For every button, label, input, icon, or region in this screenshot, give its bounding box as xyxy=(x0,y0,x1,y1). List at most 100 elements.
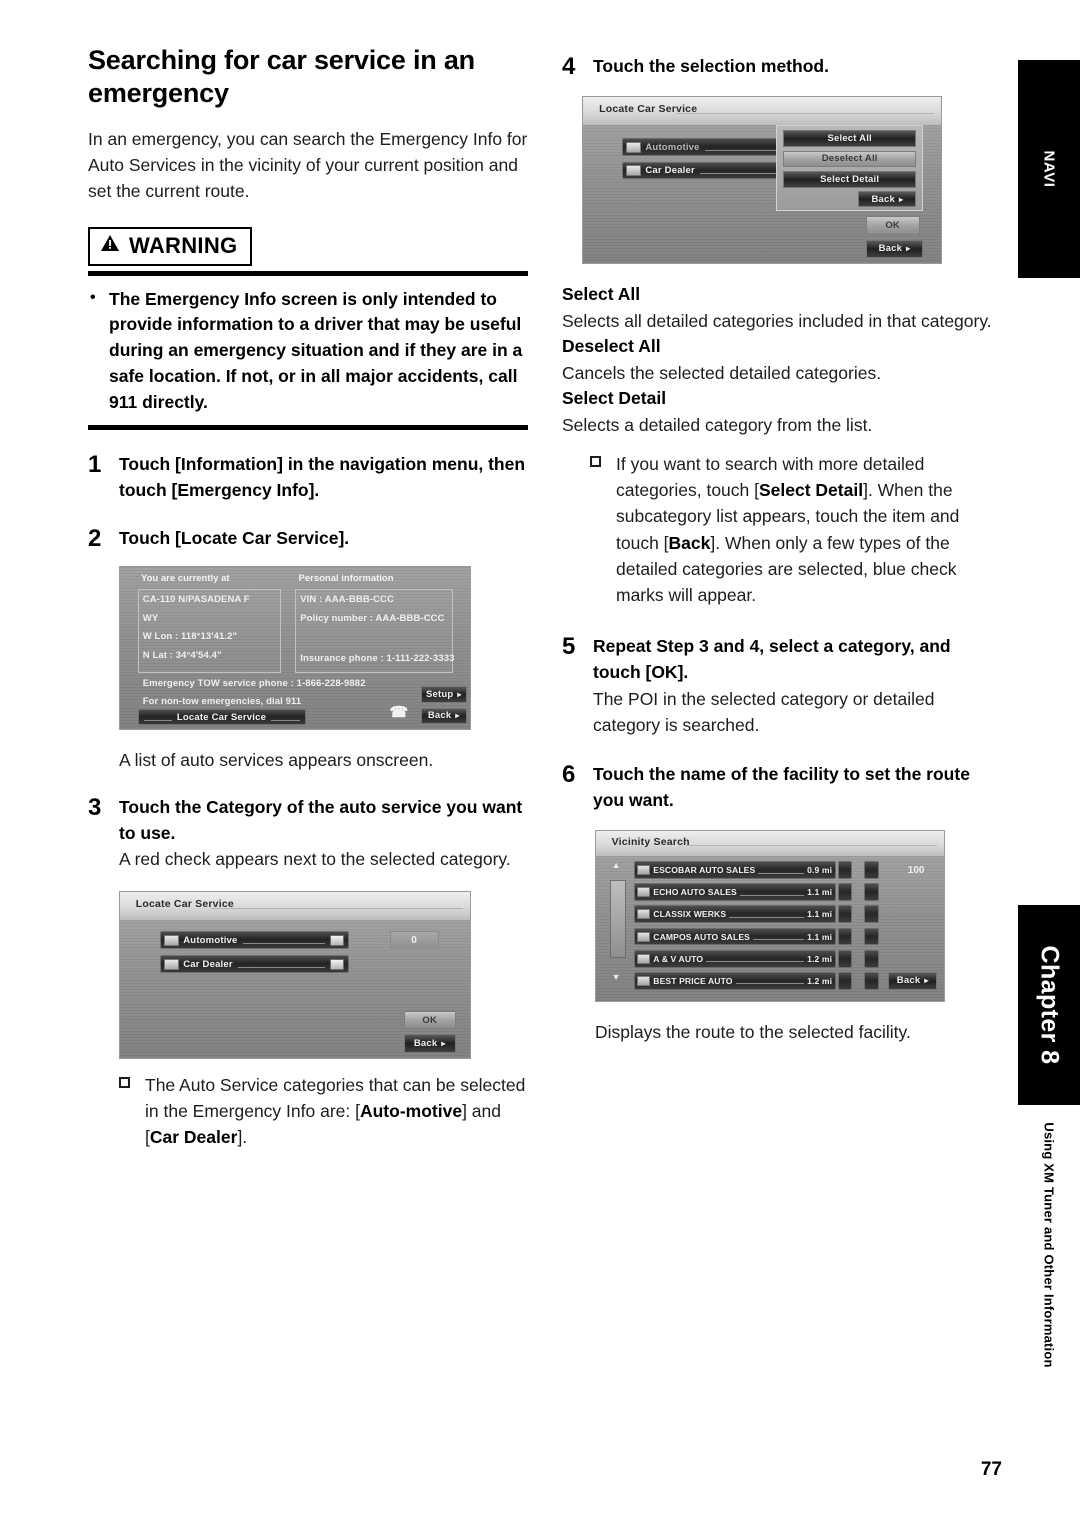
map-chip[interactable] xyxy=(863,927,879,946)
list-item-name: A & V AUTO xyxy=(653,953,704,964)
list-item[interactable]: CLASSIX WERKS 1.1 mi xyxy=(634,905,837,924)
setup-button[interactable]: Setup ▸ xyxy=(421,686,467,703)
row-automotive-label: Automotive xyxy=(645,141,700,153)
list-item[interactable]: ESCOBAR AUTO SALES 0.9 mi xyxy=(634,861,837,880)
note2-bold-back: Back xyxy=(668,532,711,553)
insurance-phone-value: Insurance phone : 1-111-222-3333 xyxy=(300,653,455,665)
select-detail-button[interactable]: Select Detail xyxy=(783,170,917,188)
title-rule xyxy=(211,907,463,909)
step-5-subtext: The POI in the selected category or deta… xyxy=(593,688,935,735)
step-4: 4 Touch the selection method. xyxy=(562,54,1002,80)
popup-back-button[interactable]: Back ▸ xyxy=(858,191,917,208)
list-item[interactable]: CAMPOS AUTO SALES 1.1 mi xyxy=(634,927,837,946)
longitude-value: W Lon : 118°13'41.2" xyxy=(142,631,238,643)
step-3-number: 3 xyxy=(88,793,101,821)
select-all-button[interactable]: Select All xyxy=(783,130,917,148)
list-item-distance: 1.2 mi xyxy=(807,953,833,964)
margin-tab-subtitle-label: Using XM Tuner and Other Information xyxy=(1041,1122,1057,1368)
screen-titlebar: Locate Car Service xyxy=(120,891,470,920)
row-automotive[interactable]: Automotive xyxy=(160,931,350,949)
row-car-dealer[interactable]: Car Dealer xyxy=(160,955,350,973)
map-chip[interactable] xyxy=(863,905,879,924)
back-button[interactable]: Back ▸ xyxy=(865,239,924,258)
back-button[interactable]: Back ▸ xyxy=(888,971,938,990)
back-button[interactable]: Back ▸ xyxy=(421,707,467,724)
tow-phone-text: Emergency TOW service phone : 1-866-228-… xyxy=(142,678,366,690)
policy-number-value: Policy number : AAA-BBB-CCC xyxy=(300,612,445,624)
tag-chip[interactable] xyxy=(837,949,853,968)
tag-chip[interactable] xyxy=(837,883,853,902)
step-4-number: 4 xyxy=(562,53,575,80)
desc-select-detail: Selects a detailed category from the lis… xyxy=(562,414,873,435)
step-6-subtext: Displays the route to the selected facil… xyxy=(595,1021,911,1042)
map-chip[interactable] xyxy=(863,971,879,990)
ok-label: OK xyxy=(422,1014,438,1026)
step-2: 2 Touch [Locate Car Service]. xyxy=(88,524,528,552)
scroll-up-icon[interactable]: ▲ xyxy=(612,861,621,870)
right-column: 4 Touch the selection method. Locate Car… xyxy=(562,44,1002,1045)
row-automotive-check xyxy=(330,934,345,946)
automotive-icon xyxy=(626,141,642,153)
tag-chip[interactable] xyxy=(837,971,853,990)
step-3: 3 Touch the Category of the auto service… xyxy=(88,793,528,846)
back-button[interactable]: Back ▸ xyxy=(403,1034,456,1053)
setup-label: Setup xyxy=(425,689,454,701)
list-item[interactable]: ECHO AUTO SALES 1.1 mi xyxy=(634,883,837,902)
back-label: Back xyxy=(427,710,452,722)
ok-button[interactable]: OK xyxy=(865,216,920,235)
result-count: 100 xyxy=(907,864,925,876)
margin-tab-chapter-label: Chapter 8 xyxy=(1035,945,1064,1065)
screen-titlebar: Vicinity Search xyxy=(596,830,944,857)
warning-label: WARNING xyxy=(129,232,238,258)
step-2-number: 2 xyxy=(88,524,101,552)
ok-button[interactable]: OK xyxy=(403,1011,456,1030)
tag-chip[interactable] xyxy=(837,905,853,924)
deselect-all-label: Deselect All xyxy=(821,153,878,165)
poi-icon xyxy=(637,931,651,942)
map-chip[interactable] xyxy=(863,883,879,902)
scrollbar-thumb[interactable] xyxy=(609,879,626,959)
car-dealer-icon xyxy=(164,958,180,970)
intro-paragraph: In an emergency, you can search the Emer… xyxy=(88,128,528,202)
poi-icon xyxy=(637,887,651,898)
list-item-name: ECHO AUTO SALES xyxy=(653,887,737,898)
tag-chip[interactable] xyxy=(837,927,853,946)
select-all-label: Select All xyxy=(827,133,872,145)
step-1-number: 1 xyxy=(88,451,101,479)
note-auto-service-categories: The Auto Service categories that can be … xyxy=(119,1072,528,1151)
title-rule xyxy=(676,113,934,115)
warning-triangle-icon xyxy=(100,234,120,257)
step-5-number: 5 xyxy=(562,633,575,661)
map-chip[interactable] xyxy=(863,861,879,880)
list-item[interactable]: BEST PRICE AUTO 1.2 mi xyxy=(634,971,837,990)
car-dealer-icon xyxy=(626,164,642,176)
screen-titlebar: Locate Car Service xyxy=(583,96,941,126)
step-3-text: Touch the Category of the auto service y… xyxy=(119,796,523,843)
list-item-name: ESCOBAR AUTO SALES xyxy=(653,865,756,876)
list-item[interactable]: A & V AUTO 1.2 mi xyxy=(634,949,837,968)
deselect-all-button[interactable]: Deselect All xyxy=(783,150,917,168)
locate-car-service-button[interactable]: Locate Car Service xyxy=(137,709,306,726)
non-tow-text: For non-tow emergencies, dial 911 xyxy=(142,696,302,708)
definition-list: Select All Selects all detailed categori… xyxy=(562,282,1002,438)
tag-chip[interactable] xyxy=(837,861,853,880)
personal-info-header: Personal information xyxy=(298,573,394,585)
note1-bold-automotive: Auto-motive xyxy=(359,1100,463,1121)
step-5-text: Repeat Step 3 and 4, select a category, … xyxy=(593,636,951,683)
margin-tab-navi: NAVI xyxy=(1018,60,1080,278)
margin-tab-navi-label: NAVI xyxy=(1040,150,1058,188)
step-2-text: Touch [Locate Car Service]. xyxy=(119,527,350,548)
row-car-dealer-label: Car Dealer xyxy=(645,164,695,176)
map-chip[interactable] xyxy=(863,949,879,968)
list-item-distance: 1.2 mi xyxy=(807,975,833,986)
list-item-name: BEST PRICE AUTO xyxy=(653,975,733,986)
selected-count: 0 xyxy=(389,931,439,949)
desc-deselect-all: Cancels the selected detailed categories… xyxy=(562,362,882,383)
page-number: 77 xyxy=(980,1459,1002,1480)
screenshot-locate-car-service: Locate Car Service Automotive Car Dealer… xyxy=(119,890,471,1059)
step-6-number: 6 xyxy=(562,761,575,789)
scroll-down-icon[interactable]: ▼ xyxy=(612,973,621,982)
margin-tab-subtitle: Using XM Tuner and Other Information xyxy=(1018,1105,1080,1385)
note-select-detail: If you want to search with more detailed… xyxy=(590,451,1002,609)
manual-page: Searching for car service in an emergenc… xyxy=(0,0,1080,1529)
